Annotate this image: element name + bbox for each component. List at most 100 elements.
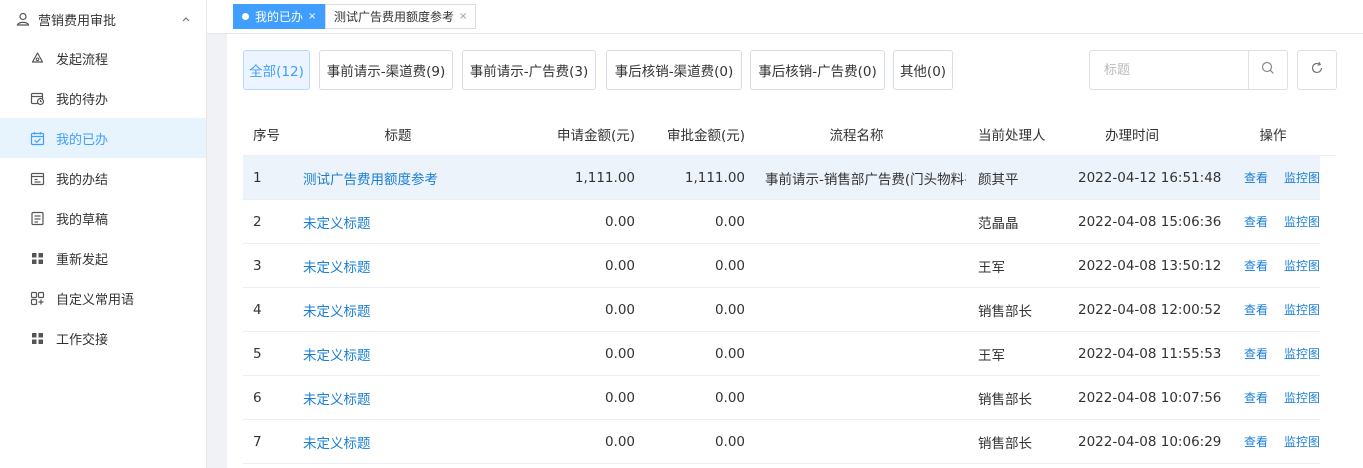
- cell-no: 2: [253, 213, 262, 230]
- view-link[interactable]: 查看: [1244, 171, 1268, 185]
- sidebar-header[interactable]: 营销费用审批: [0, 0, 206, 38]
- search-box: [1089, 50, 1288, 90]
- cell-title-link[interactable]: 未定义标题: [289, 212, 507, 232]
- search-input[interactable]: [1090, 51, 1248, 89]
- close-icon[interactable]: ×: [308, 11, 316, 22]
- monitor-link[interactable]: 监控图: [1284, 171, 1320, 185]
- sidebar-item-done[interactable]: 我的已办: [0, 118, 206, 158]
- calendar-check-icon: [30, 131, 45, 146]
- col-header: 序号: [253, 127, 280, 144]
- cell-flow-name: 事前请示-销售部广告费(门头物料⺷: [765, 171, 966, 188]
- monitor-link[interactable]: 监控图: [1284, 215, 1320, 229]
- monitor-link[interactable]: 监控图: [1284, 391, 1320, 405]
- table-row: 1 测试广告费用额度参考 1,111.00 1,111.00 事前请示-销售部广告费(门…: [243, 156, 1320, 200]
- content-panel: 全部(12) 事前请示-渠道费(9) 事前请示-广告费(3) 事后核销-渠道费(…: [227, 34, 1363, 468]
- calendar-done-icon: [30, 171, 45, 186]
- filter-post-ad[interactable]: 事后核销-广告费(0): [750, 50, 885, 90]
- tab-ad-quota[interactable]: 测试广告费用额度参考 ×: [325, 4, 477, 29]
- chevron-up-icon[interactable]: [180, 13, 192, 25]
- cell-title-link[interactable]: 未定义标题: [289, 300, 507, 320]
- close-icon[interactable]: ×: [459, 11, 467, 22]
- sidebar-item-label: 工作交接: [56, 332, 109, 348]
- filter-pre-channel[interactable]: 事前请示-渠道费(9): [319, 50, 453, 90]
- cell-time: 2022-04-08 12:00:52: [1078, 301, 1222, 318]
- grid-icon: [30, 331, 45, 346]
- view-link[interactable]: 查看: [1244, 391, 1268, 405]
- cell-apply-amount: 0.00: [604, 257, 635, 274]
- recycle-icon: [30, 51, 45, 66]
- view-link[interactable]: 查看: [1244, 259, 1268, 273]
- cell-approve-amount: 1,111.00: [684, 169, 745, 186]
- cell-title-link[interactable]: 测试广告费用额度参考: [289, 168, 507, 188]
- cell-title-link[interactable]: 未定义标题: [289, 432, 507, 452]
- sidebar-item-restart[interactable]: 重新发起: [0, 238, 206, 278]
- cell-apply-amount: 0.00: [604, 345, 635, 362]
- sidebar-item-completed[interactable]: 我的办结: [0, 158, 206, 198]
- view-link[interactable]: 查看: [1244, 347, 1268, 361]
- user-icon: [16, 12, 30, 26]
- table-row: 6 未定义标题 0.00 0.00 销售部长 2022-04-08 10:07:56 查看 监…: [243, 376, 1320, 420]
- filter-post-channel[interactable]: 事后核销-渠道费(0): [606, 50, 742, 90]
- sidebar-item-start-process[interactable]: 发起流程: [0, 38, 206, 78]
- table-row: 2 未定义标题 0.00 0.00 范晶晶 2022-04-08 15:06:36 查看 监控…: [243, 200, 1320, 244]
- cell-title-link[interactable]: 未定义标题: [289, 344, 507, 364]
- cell-apply-amount: 1,111.00: [574, 169, 635, 186]
- cell-apply-amount: 0.00: [604, 433, 635, 450]
- cell-no: 7: [253, 433, 262, 450]
- sidebar-item-drafts[interactable]: 我的草稿: [0, 198, 206, 238]
- cell-time: 2022-04-08 15:06:36: [1078, 213, 1222, 230]
- cell-title-link[interactable]: 未定义标题: [289, 256, 507, 276]
- filter-all[interactable]: 全部(12): [243, 50, 310, 90]
- col-header: 办理时间: [1105, 127, 1159, 144]
- sidebar-header-label: 营销费用审批: [38, 13, 117, 29]
- cell-no: 1: [253, 169, 262, 186]
- cell-no: 6: [253, 389, 262, 406]
- view-link[interactable]: 查看: [1244, 215, 1268, 229]
- custom-grid-icon: [30, 291, 45, 306]
- cell-handler: 销售部长: [978, 303, 1032, 320]
- refresh-button[interactable]: [1297, 50, 1337, 90]
- col-header: 流程名称: [829, 127, 884, 144]
- cell-ops: 查看 监控图: [1224, 389, 1336, 406]
- cell-time: 2022-04-08 10:07:56: [1078, 389, 1222, 406]
- monitor-link[interactable]: 监控图: [1284, 435, 1320, 449]
- tab-my-done[interactable]: 我的已办 ×: [233, 4, 326, 29]
- cell-handler: 王军: [978, 259, 1005, 276]
- search-icon: [1261, 61, 1275, 79]
- table-row: 7 未定义标题 0.00 0.00 销售部长 2022-04-08 10:06:29 查看 监…: [243, 420, 1320, 464]
- sidebar-item-phrases[interactable]: 自定义常用语: [0, 278, 206, 318]
- tabs-bar: 我的已办 × 测试广告费用额度参考 ×: [207, 0, 1363, 34]
- view-link[interactable]: 查看: [1244, 435, 1268, 449]
- cell-approve-amount: 0.00: [714, 301, 745, 318]
- sidebar-item-handover[interactable]: 工作交接: [0, 318, 206, 358]
- draft-icon: [30, 211, 45, 226]
- sidebar-item-label: 我的待办: [56, 92, 109, 108]
- table-body: 1 测试广告费用额度参考 1,111.00 1,111.00 事前请示-销售部广告费(门…: [243, 156, 1336, 464]
- calendar-clock-icon: [30, 91, 45, 106]
- cell-no: 5: [253, 345, 262, 362]
- sidebar: 营销费用审批 发起流程 我的待办 我的已办 我的办结 我的草稿 重新发起 自定义…: [0, 0, 207, 468]
- cell-title-link[interactable]: 未定义标题: [289, 388, 507, 408]
- cell-ops: 查看 监控图: [1224, 345, 1336, 362]
- filter-pre-ad[interactable]: 事前请示-广告费(3): [462, 50, 596, 90]
- tab-label: 测试广告费用额度参考: [334, 10, 455, 24]
- cell-approve-amount: 0.00: [714, 433, 745, 450]
- sidebar-item-todo[interactable]: 我的待办: [0, 78, 206, 118]
- data-table: 序号 标题 申请金额(元) 审批金额(元) 流程名称 当前处理人 办理时间 操作…: [243, 112, 1336, 464]
- monitor-link[interactable]: 监控图: [1284, 303, 1320, 317]
- main-area: 我的已办 × 测试广告费用额度参考 × 全部(12) 事前请示-渠道费(9) 事…: [207, 0, 1363, 468]
- col-header: 标题: [384, 127, 412, 144]
- view-link[interactable]: 查看: [1244, 303, 1268, 317]
- col-header: 申请金额(元): [556, 127, 635, 144]
- cell-apply-amount: 0.00: [604, 389, 635, 406]
- monitor-link[interactable]: 监控图: [1284, 259, 1320, 273]
- search-button[interactable]: [1248, 51, 1287, 89]
- col-header: 操作: [1259, 127, 1287, 144]
- active-dot-icon: [242, 13, 249, 20]
- monitor-link[interactable]: 监控图: [1284, 347, 1320, 361]
- cell-approve-amount: 0.00: [714, 257, 745, 274]
- cell-approve-amount: 0.00: [714, 389, 745, 406]
- cell-ops: 查看 监控图: [1224, 433, 1336, 450]
- filter-other[interactable]: 其他(0): [893, 50, 953, 90]
- sidebar-item-label: 我的办结: [56, 172, 109, 188]
